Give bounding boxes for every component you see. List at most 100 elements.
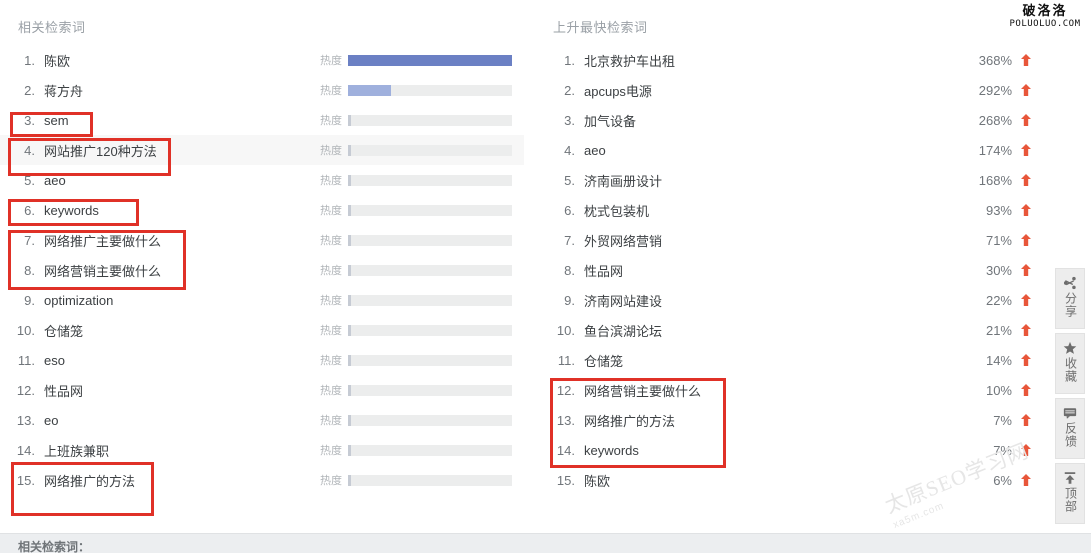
- rising-term-label[interactable]: 性品网: [584, 261, 966, 280]
- related-term-label[interactable]: eo: [44, 413, 58, 428]
- related-term-label[interactable]: 蒋方舟: [44, 81, 83, 100]
- related-term-rank: 4.: [24, 142, 35, 158]
- related-term-row[interactable]: 10. 仓储笼 热度: [0, 315, 524, 345]
- trend-up-arrow-icon: [1020, 293, 1032, 307]
- rising-term-rank: 13.: [556, 412, 575, 428]
- related-term-row[interactable]: 7. 网络推广主要做什么 热度: [0, 225, 524, 255]
- feedback-icon: [1056, 404, 1084, 420]
- rising-term-row[interactable]: 9. 济南网站建设 22%: [540, 285, 1040, 315]
- related-term-label[interactable]: 陈欧: [44, 51, 70, 70]
- related-term-label[interactable]: eso: [44, 353, 65, 368]
- related-term-row[interactable]: 12. 性品网 热度: [0, 375, 524, 405]
- rising-term-label[interactable]: 北京救护车出租: [584, 51, 966, 70]
- side-toolbar-feedback[interactable]: 反馈: [1055, 398, 1085, 459]
- related-term-row[interactable]: 13. eo 热度: [0, 405, 524, 435]
- related-term-label[interactable]: keywords: [44, 203, 99, 218]
- rising-term-label[interactable]: 济南网站建设: [584, 291, 966, 310]
- related-term-row[interactable]: 4. 网站推广120种方法 热度: [0, 135, 524, 165]
- rising-term-label[interactable]: keywords: [584, 443, 966, 458]
- rising-term-row[interactable]: 7. 外贸网络营销 71%: [540, 225, 1040, 255]
- rising-term-label[interactable]: aeo: [584, 143, 966, 158]
- related-term-label[interactable]: aeo: [44, 173, 66, 188]
- rising-term-label[interactable]: 济南画册设计: [584, 171, 966, 190]
- rising-term-label[interactable]: 枕式包装机: [584, 201, 966, 220]
- rising-term-row[interactable]: 15. 陈欧 6%: [540, 465, 1040, 495]
- trend-up-arrow-icon: [1020, 473, 1032, 487]
- rising-term-rank: 6.: [564, 202, 575, 218]
- rising-term-row[interactable]: 11. 仓储笼 14%: [540, 345, 1040, 375]
- rising-term-percent: 268%: [978, 112, 1012, 128]
- related-term-row[interactable]: 9. optimization 热度: [0, 285, 524, 315]
- heat-label: 热度: [320, 385, 342, 397]
- heat-label: 热度: [320, 145, 342, 157]
- heat-track: [348, 264, 512, 276]
- related-term-label[interactable]: 网络推广的方法: [44, 471, 135, 490]
- rising-term-row[interactable]: 4. aeo 174%: [540, 135, 1040, 165]
- related-term-row[interactable]: 1. 陈欧 热度: [0, 45, 524, 75]
- rising-term-label[interactable]: 仓储笼: [584, 351, 966, 370]
- rising-term-percent: 292%: [978, 82, 1012, 98]
- trend-up-arrow-icon: [1020, 53, 1032, 67]
- heat-track: [348, 474, 512, 486]
- related-term-label[interactable]: 上班族兼职: [44, 441, 109, 460]
- rising-term-row[interactable]: 3. 加气设备 268%: [540, 105, 1040, 135]
- rising-term-row[interactable]: 6. 枕式包装机 93%: [540, 195, 1040, 225]
- related-term-label[interactable]: 网络推广主要做什么: [44, 231, 161, 250]
- rising-term-row[interactable]: 5. 济南画册设计 168%: [540, 165, 1040, 195]
- heat-meter: 热度: [320, 255, 524, 285]
- related-term-row[interactable]: 6. keywords 热度: [0, 195, 524, 225]
- side-toolbar-label: 顶部: [1063, 487, 1078, 513]
- related-term-rank: 11.: [17, 352, 35, 368]
- related-term-label[interactable]: 仓储笼: [44, 321, 83, 340]
- related-term-row[interactable]: 2. 蒋方舟 热度: [0, 75, 524, 105]
- rising-term-label[interactable]: 网络推广的方法: [584, 411, 966, 430]
- trend-up-arrow-icon: [1020, 113, 1032, 127]
- related-term-label[interactable]: 网络营销主要做什么: [44, 261, 161, 280]
- rising-term-label[interactable]: 加气设备: [584, 111, 966, 130]
- rising-term-row[interactable]: 1. 北京救护车出租 368%: [540, 45, 1040, 75]
- heat-meter: 热度: [320, 405, 524, 435]
- heat-label: 热度: [320, 445, 342, 457]
- rising-term-label[interactable]: 外贸网络营销: [584, 231, 966, 250]
- related-term-rank: 3.: [24, 112, 35, 128]
- rising-term-row[interactable]: 2. apcups电源 292%: [540, 75, 1040, 105]
- related-term-row[interactable]: 15. 网络推广的方法 热度: [0, 465, 524, 495]
- rising-term-label[interactable]: apcups电源: [584, 81, 966, 100]
- related-term-row[interactable]: 3. sem 热度: [0, 105, 524, 135]
- rising-term-rank: 10.: [556, 322, 575, 338]
- rising-term-row[interactable]: 13. 网络推广的方法 7%: [540, 405, 1040, 435]
- rising-term-rank: 11.: [557, 352, 575, 368]
- trend-up-arrow-icon: [1020, 263, 1032, 277]
- heat-fill: [348, 84, 391, 96]
- related-term-label[interactable]: 网站推广120种方法: [44, 141, 157, 160]
- rising-term-percent: 21%: [985, 322, 1012, 338]
- rising-term-label[interactable]: 陈欧: [584, 471, 966, 490]
- rising-term-row[interactable]: 14. keywords 7%: [540, 435, 1040, 465]
- related-term-rank: 9.: [24, 292, 35, 308]
- side-toolbar-star[interactable]: 收藏: [1055, 333, 1085, 394]
- side-toolbar-share[interactable]: 分享: [1055, 268, 1085, 329]
- related-term-row[interactable]: 14. 上班族兼职 热度: [0, 435, 524, 465]
- trend-up-arrow-icon: [1020, 143, 1032, 157]
- related-term-rank: 6.: [24, 202, 35, 218]
- rising-term-row[interactable]: 8. 性品网 30%: [540, 255, 1040, 285]
- heat-label: 热度: [320, 55, 342, 67]
- related-term-label[interactable]: optimization: [44, 293, 113, 308]
- rising-term-row[interactable]: 10. 鱼台滨湖论坛 21%: [540, 315, 1040, 345]
- trend-up-arrow-icon: [1020, 83, 1032, 97]
- side-toolbar-top[interactable]: 顶部: [1055, 463, 1085, 524]
- related-term-label[interactable]: 性品网: [44, 381, 83, 400]
- rising-term-label[interactable]: 鱼台滨湖论坛: [584, 321, 966, 340]
- heat-meter: 热度: [320, 225, 524, 255]
- related-term-row[interactable]: 11. eso 热度: [0, 345, 524, 375]
- related-term-row[interactable]: 8. 网络营销主要做什么 热度: [0, 255, 524, 285]
- search-terms-panel: 相关检索词 上升最快检索词 1. 陈欧 热度 2. 蒋方舟 热度 3. sem 热度 4. 网站推广…: [0, 0, 1091, 554]
- rising-term-row[interactable]: 12. 网络营销主要做什么 10%: [540, 375, 1040, 405]
- trend-up-arrow-icon: [1020, 233, 1032, 247]
- heat-fill: [348, 114, 352, 126]
- heat-track: [348, 384, 512, 396]
- related-term-row[interactable]: 5. aeo 热度: [0, 165, 524, 195]
- side-toolbar-label: 分享: [1063, 292, 1078, 318]
- related-term-label[interactable]: sem: [44, 113, 69, 128]
- rising-term-label[interactable]: 网络营销主要做什么: [584, 381, 966, 400]
